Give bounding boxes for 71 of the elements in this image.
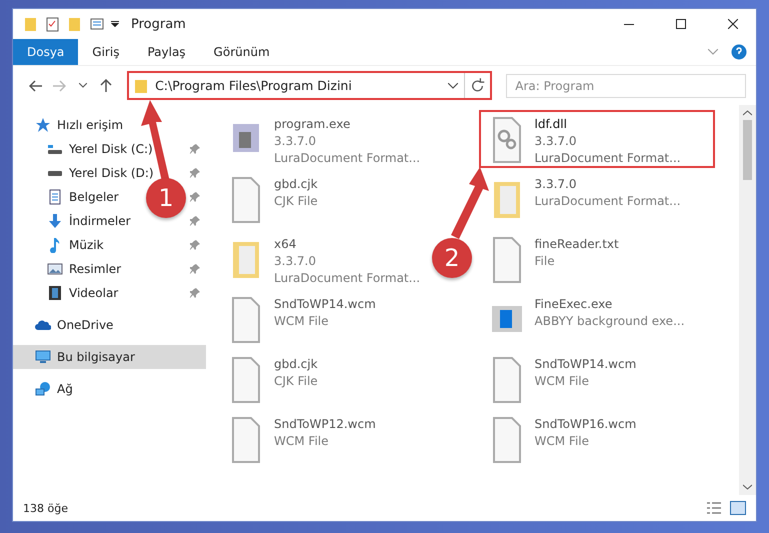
- sidebar-item[interactable]: İndirmeler: [69, 214, 131, 228]
- ribbon-tab[interactable]: Dosya: [13, 39, 78, 65]
- file-detail: CJK File: [274, 193, 318, 209]
- document-icon: [47, 189, 63, 205]
- sidebar-item[interactable]: Resimler: [69, 262, 122, 276]
- sidebar-item[interactable]: Hızlı erişim: [57, 118, 124, 132]
- file-detail: LuraDocument Format...: [534, 150, 681, 166]
- ribbon-tab[interactable]: Görünüm: [200, 39, 284, 65]
- sidebar-item[interactable]: Yerel Disk (C:): [69, 142, 153, 156]
- file-name: SndToWP14.wcm: [534, 356, 636, 372]
- file-detail: ABBYY background exe...: [534, 313, 685, 329]
- file-detail: WCM File: [274, 433, 330, 449]
- file-detail: CJK File: [274, 373, 318, 389]
- pointer-arrow: [450, 167, 489, 239]
- folder-icon: [67, 16, 83, 32]
- chevron-down-icon[interactable]: [743, 484, 752, 490]
- item-count: 138 öğe: [23, 502, 68, 514]
- file-detail: File: [534, 253, 556, 269]
- file-detail: LuraDocument Format...: [274, 150, 420, 166]
- properties-icon: [89, 16, 105, 32]
- highlighted-file-item[interactable]: ldf.dll 3.3.7.0 LuraDocument Format...: [478, 110, 715, 168]
- file-name: gbd.cjk: [274, 176, 318, 192]
- folder-icon: [133, 78, 150, 94]
- drive-icon: [48, 170, 62, 176]
- sidebar-item[interactable]: Ağ: [57, 382, 73, 396]
- file-name: fineReader.txt: [534, 236, 619, 252]
- chevron-up-icon[interactable]: [743, 110, 752, 116]
- address-bar[interactable]: C:\Program Files\Program Dizini: [127, 71, 492, 100]
- file-detail: 3.3.7.0: [274, 133, 317, 149]
- ribbon-tab[interactable]: Giriş: [78, 39, 134, 65]
- scrollbar-thumb[interactable]: [743, 120, 752, 180]
- search-field[interactable]: Ara: Program: [506, 74, 746, 98]
- file-detail: WCM File: [534, 373, 590, 389]
- file-detail: WCM File: [534, 433, 590, 449]
- sidebar-item[interactable]: OneDrive: [57, 318, 114, 332]
- film-icon: [47, 285, 63, 301]
- file-name: program.exe: [274, 116, 352, 132]
- file-name: gbd.cjk: [274, 356, 318, 372]
- file-detail: 3.3.7.0: [534, 133, 578, 149]
- file-detail: 3.3.7.0: [274, 253, 317, 269]
- sidebar-item[interactable]: Belgeler: [69, 190, 119, 204]
- sidebar-item[interactable]: Yerel Disk (D:): [69, 166, 154, 180]
- file-name: FineExec.exe: [534, 296, 614, 312]
- maximize-icon[interactable]: [676, 19, 686, 29]
- details-view-icon[interactable]: [706, 501, 722, 515]
- file-name: SndToWP12.wcm: [274, 416, 376, 432]
- sidebar-item[interactable]: Müzik: [69, 238, 104, 252]
- close-icon[interactable]: [728, 19, 738, 29]
- sidebar-item[interactable]: Bu bilgisayar: [13, 345, 206, 369]
- chevron-down-icon[interactable]: [448, 82, 458, 88]
- sidebar-item[interactable]: Videolar: [69, 286, 118, 300]
- dropdown-icon[interactable]: [111, 21, 119, 27]
- network-icon: [35, 381, 51, 397]
- file-detail: LuraDocument Format...: [534, 193, 681, 209]
- file-name: SndToWP14.wcm: [274, 296, 376, 312]
- file-name: SndToWP16.wcm: [534, 416, 636, 432]
- down-arrow-icon: [47, 213, 63, 229]
- ribbon-tab[interactable]: Paylaş: [133, 39, 200, 65]
- file-name: ldf.dll: [534, 116, 568, 132]
- file-name: 3.3.7.0: [534, 176, 578, 192]
- help-icon[interactable]: [730, 43, 748, 61]
- star-icon: [35, 117, 51, 133]
- checklist-icon: [45, 16, 61, 32]
- file-name: x64: [274, 236, 298, 252]
- folder-icon: [23, 16, 39, 32]
- monitor-icon: [35, 349, 51, 365]
- picture-icon: [47, 261, 63, 277]
- window-title: Program: [131, 16, 187, 32]
- file-detail: WCM File: [274, 313, 330, 329]
- tiles-view-icon[interactable]: [730, 501, 746, 515]
- file-detail: LuraDocument Format...: [274, 270, 420, 286]
